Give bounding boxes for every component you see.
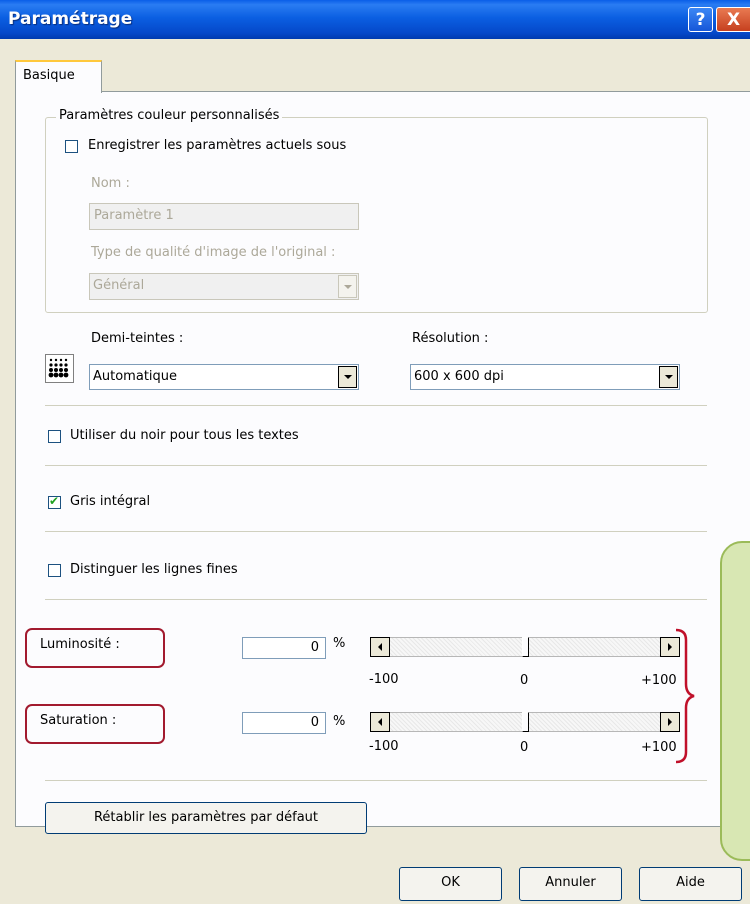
tab-basique[interactable]: Basique xyxy=(15,60,102,93)
halftone-select[interactable]: Automatique xyxy=(89,364,359,390)
brightness-unit: % xyxy=(333,636,346,651)
resolution-label: Résolution : xyxy=(412,331,489,346)
brightness-slider-thumb[interactable] xyxy=(522,637,529,657)
true-gray-checkbox[interactable] xyxy=(48,494,61,509)
reset-defaults-label: Rétablir les paramètres par défaut xyxy=(93,810,319,825)
name-field-value: Paramètre 1 xyxy=(94,208,174,223)
fine-lines-checkbox[interactable] xyxy=(48,564,61,577)
brightness-label: Luminosité : xyxy=(40,637,120,652)
tab-label: Basique xyxy=(23,68,75,83)
divider xyxy=(45,780,707,781)
help-label: Aide xyxy=(676,875,705,890)
name-field: Paramètre 1 xyxy=(89,203,359,230)
resolution-select[interactable]: 600 x 600 dpi xyxy=(410,364,680,390)
brightness-value: 0 xyxy=(310,640,319,655)
divider xyxy=(45,599,707,600)
black-text-label[interactable]: Utiliser du noir pour tous les textes xyxy=(70,428,299,443)
annotation-callout xyxy=(720,541,750,861)
ok-button[interactable]: OK xyxy=(399,867,502,901)
saturation-value: 0 xyxy=(310,715,319,730)
brightness-min-label: -100 xyxy=(369,672,399,687)
saturation-min-label: -100 xyxy=(369,739,399,754)
save-settings-checkbox[interactable] xyxy=(65,140,78,153)
quality-select-value: Général xyxy=(93,278,145,293)
help-icon[interactable]: ? xyxy=(688,7,713,32)
saturation-input[interactable]: 0 xyxy=(242,712,326,734)
custom-color-legend: Paramètres couleur personnalisés xyxy=(56,108,283,123)
fine-lines-label[interactable]: Distinguer les lignes fines xyxy=(70,562,238,577)
close-icon[interactable]: X xyxy=(716,7,750,32)
reset-defaults-button[interactable]: Rétablir les paramètres par défaut xyxy=(45,802,367,834)
saturation-mid-label: 0 xyxy=(520,740,529,755)
saturation-decrease-icon[interactable] xyxy=(370,712,390,732)
halftone-label: Demi-teintes : xyxy=(91,331,184,346)
divider xyxy=(45,465,707,466)
quality-select: Général xyxy=(89,273,359,300)
brightness-input[interactable]: 0 xyxy=(242,637,326,659)
cancel-label: Annuler xyxy=(545,875,596,890)
true-gray-label[interactable]: Gris intégral xyxy=(70,494,150,509)
name-label: Nom : xyxy=(91,176,130,191)
chevron-down-icon[interactable] xyxy=(659,366,678,388)
saturation-unit: % xyxy=(333,714,346,729)
saturation-slider-thumb[interactable] xyxy=(522,712,529,732)
halftone-dots-icon xyxy=(45,354,74,383)
chevron-down-icon xyxy=(338,275,357,298)
black-text-checkbox[interactable] xyxy=(48,430,61,443)
halftone-select-value: Automatique xyxy=(93,369,178,384)
title-bar[interactable]: Paramétrage ? X xyxy=(0,0,750,39)
saturation-label: Saturation : xyxy=(40,713,117,728)
settings-dialog: Paramétrage ? X Basique Paramètres coule… xyxy=(0,0,750,904)
curly-brace-icon xyxy=(675,628,695,764)
save-settings-label[interactable]: Enregistrer les paramètres actuels sous xyxy=(88,138,346,153)
ok-label: OK xyxy=(441,875,460,890)
divider xyxy=(45,531,707,532)
help-button[interactable]: Aide xyxy=(639,867,742,901)
brightness-decrease-icon[interactable] xyxy=(370,637,390,657)
dialog-title: Paramétrage xyxy=(8,9,133,29)
quality-label: Type de qualité d'image de l'original : xyxy=(91,245,336,260)
cancel-button[interactable]: Annuler xyxy=(519,867,622,901)
brightness-mid-label: 0 xyxy=(520,673,529,688)
divider xyxy=(45,405,707,406)
resolution-select-value: 600 x 600 dpi xyxy=(414,369,504,384)
chevron-down-icon[interactable] xyxy=(338,366,357,388)
